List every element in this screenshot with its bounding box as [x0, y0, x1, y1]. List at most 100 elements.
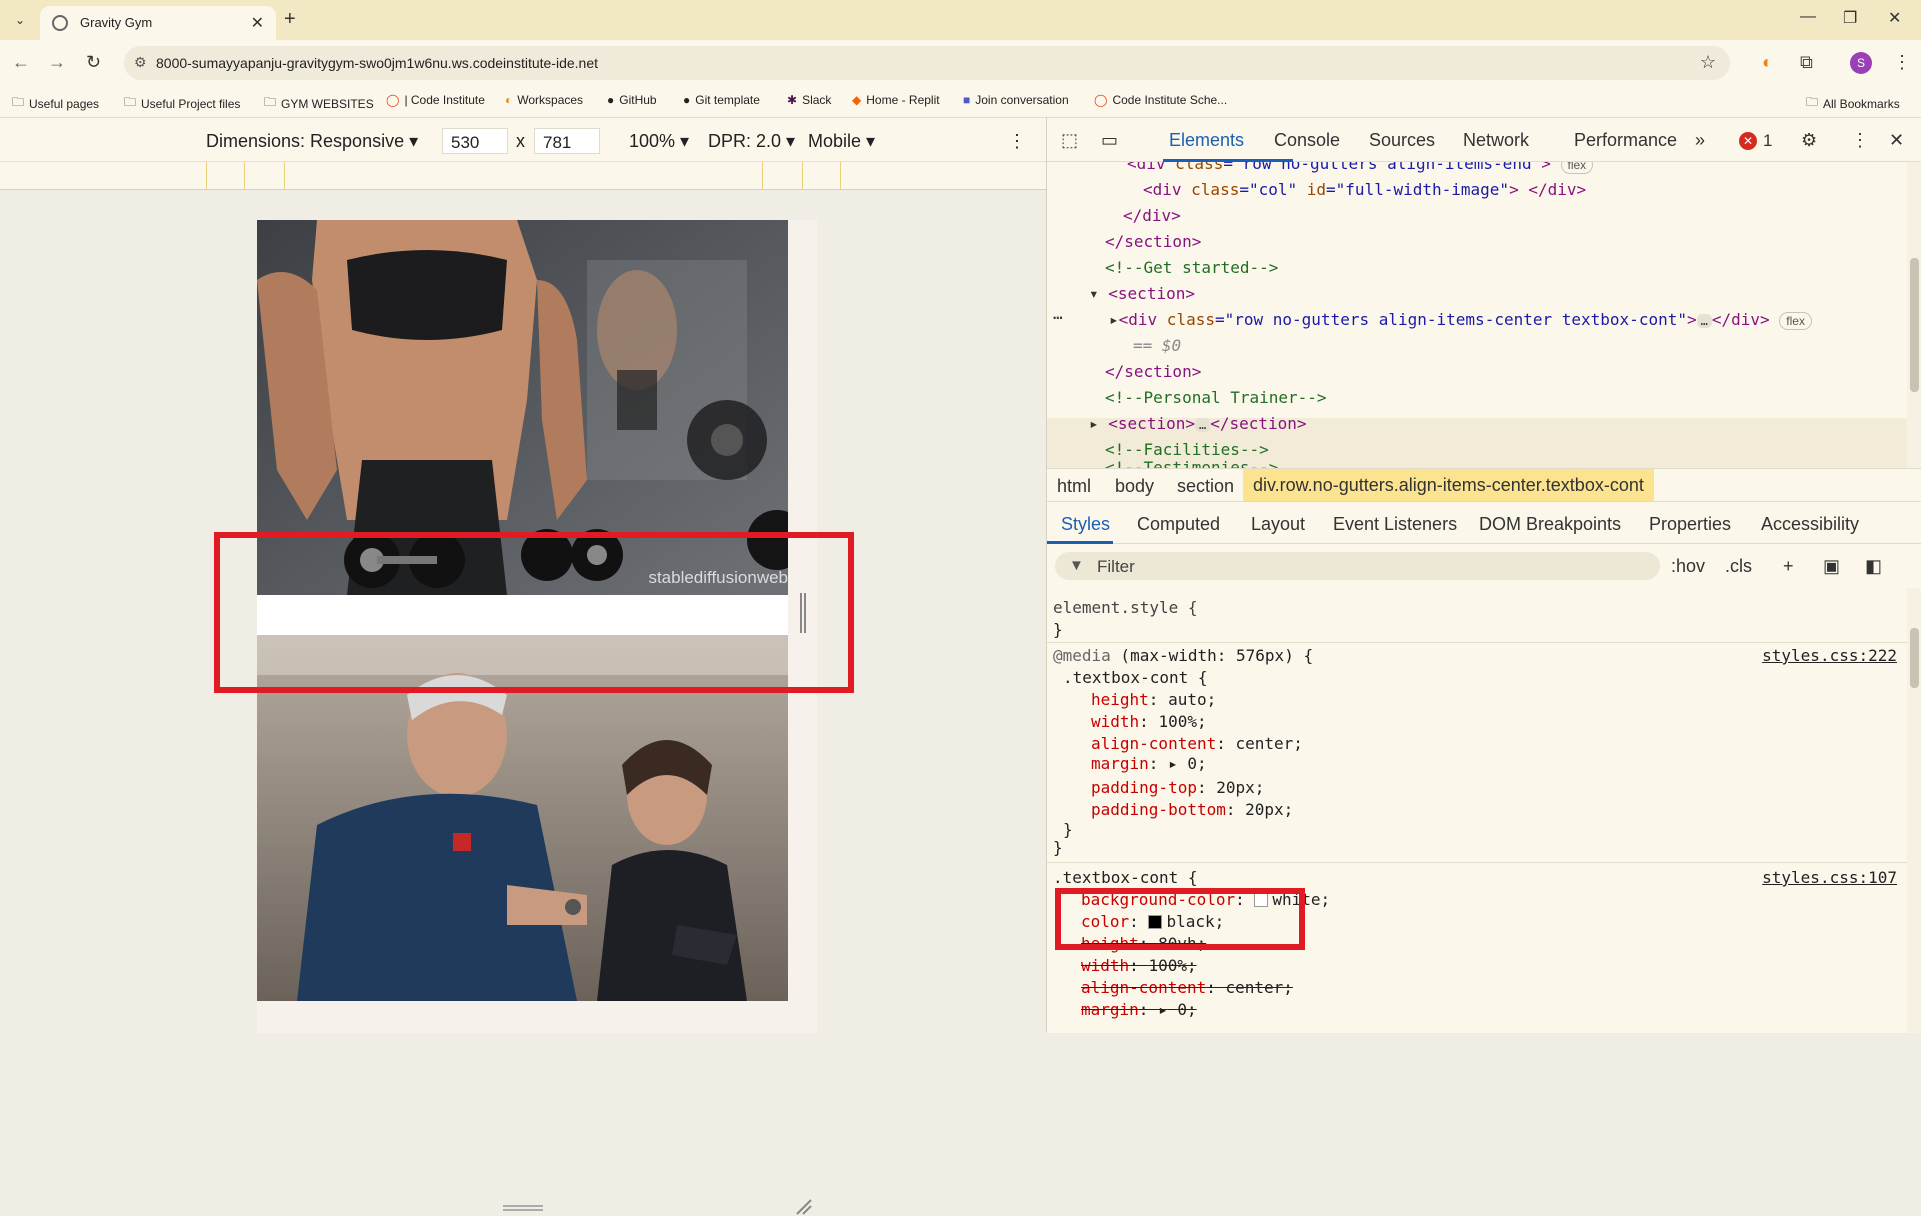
rule-selector[interactable]: .textbox-cont { — [1063, 668, 1208, 687]
rule-selector[interactable]: .textbox-cont { — [1053, 868, 1198, 887]
styles-scroll-thumb[interactable] — [1910, 628, 1919, 688]
bookmark-link[interactable]: ■ Join conversation — [963, 93, 1069, 107]
dom-scrollbar[interactable] — [1907, 162, 1921, 468]
dom-line[interactable]: <!--Testimonies--> — [1105, 458, 1278, 468]
expand-shorthand-icon[interactable]: ▸ — [1168, 754, 1178, 773]
ruler-tick[interactable] — [802, 162, 803, 190]
dom-line[interactable]: <!--Personal Trainer--> — [1105, 388, 1327, 407]
tab-search-icon[interactable]: ⌄ — [8, 8, 32, 32]
error-count[interactable]: 1 — [1763, 131, 1772, 151]
close-window-icon[interactable]: ✕ — [1888, 8, 1901, 28]
dom-scroll-thumb[interactable] — [1910, 258, 1919, 392]
bookmark-link[interactable]: ◯ Code Institute Sche... — [1094, 93, 1227, 107]
expand-triangle-icon[interactable]: ▸ — [1089, 414, 1099, 433]
minimize-icon[interactable]: — — [1800, 8, 1816, 26]
bookmark-folder[interactable]: 🗀 Useful Project files — [124, 93, 240, 114]
width-input[interactable]: 530 — [442, 128, 508, 154]
dom-line-selected[interactable]: ▸<div class="row no-gutters align-items-… — [1109, 310, 1812, 330]
cls-toggle[interactable]: .cls — [1725, 556, 1752, 577]
filter-input[interactable]: ▼ Filter — [1055, 552, 1660, 580]
ruler-tick[interactable] — [206, 162, 207, 190]
extension-icon[interactable]: ◐ — [1762, 52, 1773, 73]
dom-line[interactable]: <div class="row no-gutters align-items-e… — [1127, 162, 1594, 174]
expand-triangle-icon[interactable]: ▸ — [1109, 310, 1119, 329]
breadcrumb-item[interactable]: html — [1057, 476, 1091, 497]
subtab-computed[interactable]: Computed — [1137, 514, 1220, 535]
new-tab-icon[interactable]: + — [284, 8, 296, 31]
breadcrumb-item[interactable]: section — [1177, 476, 1234, 497]
browser-menu-icon[interactable]: ⋮ — [1893, 52, 1911, 73]
bookmark-folder[interactable]: 🗀 GYM WEBSITES — [264, 93, 374, 114]
dom-line[interactable]: </div> — [1123, 206, 1181, 225]
tab-elements[interactable]: Elements — [1169, 130, 1244, 151]
styles-scrollbar[interactable] — [1907, 588, 1921, 1033]
profile-avatar[interactable]: S — [1850, 52, 1872, 74]
ruler-tick[interactable] — [244, 162, 245, 190]
overridden-declaration[interactable]: width: 100%; — [1081, 956, 1197, 975]
error-icon[interactable]: ✕ — [1739, 132, 1757, 150]
dom-line[interactable]: <div class="col" id="full-width-image"> … — [1143, 180, 1586, 199]
tab-performance[interactable]: Performance — [1574, 130, 1677, 151]
resize-corner-icon[interactable] — [795, 1198, 813, 1216]
close-devtools-icon[interactable]: ✕ — [1889, 130, 1904, 151]
toggle-sidebar-icon[interactable]: ◧ — [1865, 556, 1882, 577]
element-style-selector[interactable]: element.style { — [1053, 598, 1198, 617]
bookmark-link[interactable]: ◯ | Code Institute — [386, 93, 485, 107]
subtab-styles[interactable]: Styles — [1061, 514, 1110, 535]
collapsed-ellipsis[interactable]: … — [1696, 314, 1712, 328]
breadcrumb-selected[interactable]: div.row.no-gutters.align-items-center.te… — [1243, 469, 1654, 501]
tab-network[interactable]: Network — [1463, 130, 1529, 151]
subtab-event-listeners[interactable]: Event Listeners — [1333, 514, 1457, 535]
collapse-triangle-icon[interactable]: ▾ — [1089, 284, 1099, 303]
dpr-select[interactable]: DPR: 2.0 ▾ — [708, 131, 795, 152]
bookmark-link[interactable]: ● Git template — [683, 93, 760, 107]
subtab-layout[interactable]: Layout — [1251, 514, 1305, 535]
ruler-tick[interactable] — [840, 162, 841, 190]
css-declaration[interactable]: padding-top: 20px; — [1091, 778, 1264, 797]
dimensions-select[interactable]: Dimensions: Responsive ▾ — [206, 131, 418, 152]
subtab-properties[interactable]: Properties — [1649, 514, 1731, 535]
dom-line[interactable]: <!--Facilities--> — [1105, 440, 1269, 459]
paint-brush-icon[interactable]: ▣ — [1823, 556, 1840, 577]
dom-row-more-icon[interactable]: … — [1053, 304, 1063, 323]
css-declaration[interactable]: align-content: center; — [1091, 734, 1303, 753]
source-link[interactable]: styles.css:107 — [1762, 868, 1897, 887]
overridden-declaration[interactable]: margin: ▸ 0; — [1081, 1000, 1197, 1019]
resize-handle-bottom[interactable] — [503, 1205, 543, 1211]
css-declaration[interactable]: height: auto; — [1091, 690, 1216, 709]
ruler-tick[interactable] — [284, 162, 285, 190]
site-info-icon[interactable]: ⚙ — [134, 54, 147, 71]
css-declaration[interactable]: padding-bottom: 20px; — [1091, 800, 1293, 819]
dom-line[interactable]: ▸ <section>… </section> — [1089, 414, 1307, 433]
flex-badge[interactable]: flex — [1779, 312, 1812, 330]
ruler-tick[interactable] — [762, 162, 763, 190]
bookmark-star-icon[interactable]: ☆ — [1700, 52, 1716, 73]
devtools-menu-icon[interactable]: ⋮ — [1851, 130, 1869, 151]
breadcrumb-item[interactable]: body — [1115, 476, 1154, 497]
bookmark-link[interactable]: ◆ Home - Replit — [852, 93, 940, 107]
flex-badge[interactable]: flex — [1560, 162, 1594, 174]
zoom-select[interactable]: 100% ▾ — [629, 131, 689, 152]
restore-icon[interactable]: ❐ — [1843, 8, 1857, 28]
bookmark-link[interactable]: ✱ Slack — [787, 93, 831, 107]
back-icon[interactable]: ← — [12, 52, 30, 73]
new-style-rule-icon[interactable]: + — [1783, 556, 1794, 577]
url-text[interactable]: 8000-sumayyapanju-gravitygym-swo0jm1w6nu… — [156, 55, 598, 71]
media-query[interactable]: @media (max-width: 576px) { — [1053, 646, 1313, 665]
inspect-element-icon[interactable]: ⬚ — [1061, 130, 1078, 151]
browser-tab[interactable]: Gravity Gym ✕ — [40, 6, 276, 40]
subtab-accessibility[interactable]: Accessibility — [1761, 514, 1859, 535]
dom-line[interactable]: <!--Get started--> — [1105, 258, 1278, 277]
dom-line[interactable]: </section> — [1105, 362, 1201, 381]
bookmark-folder[interactable]: 🗀 Useful pages — [12, 93, 99, 114]
all-bookmarks[interactable]: 🗀 All Bookmarks — [1806, 93, 1900, 114]
subtab-dom-breakpoints[interactable]: DOM Breakpoints — [1479, 514, 1621, 535]
device-more-icon[interactable]: ⋮ — [1008, 131, 1026, 152]
forward-icon[interactable]: → — [48, 52, 66, 73]
close-tab-icon[interactable]: ✕ — [251, 13, 264, 33]
source-link[interactable]: styles.css:222 — [1762, 646, 1897, 665]
tab-sources[interactable]: Sources — [1369, 130, 1435, 151]
more-tabs-icon[interactable]: » — [1695, 130, 1705, 151]
expand-shorthand-icon[interactable]: ▸ — [1158, 1000, 1168, 1019]
css-declaration[interactable]: margin: ▸ 0; — [1091, 754, 1207, 773]
